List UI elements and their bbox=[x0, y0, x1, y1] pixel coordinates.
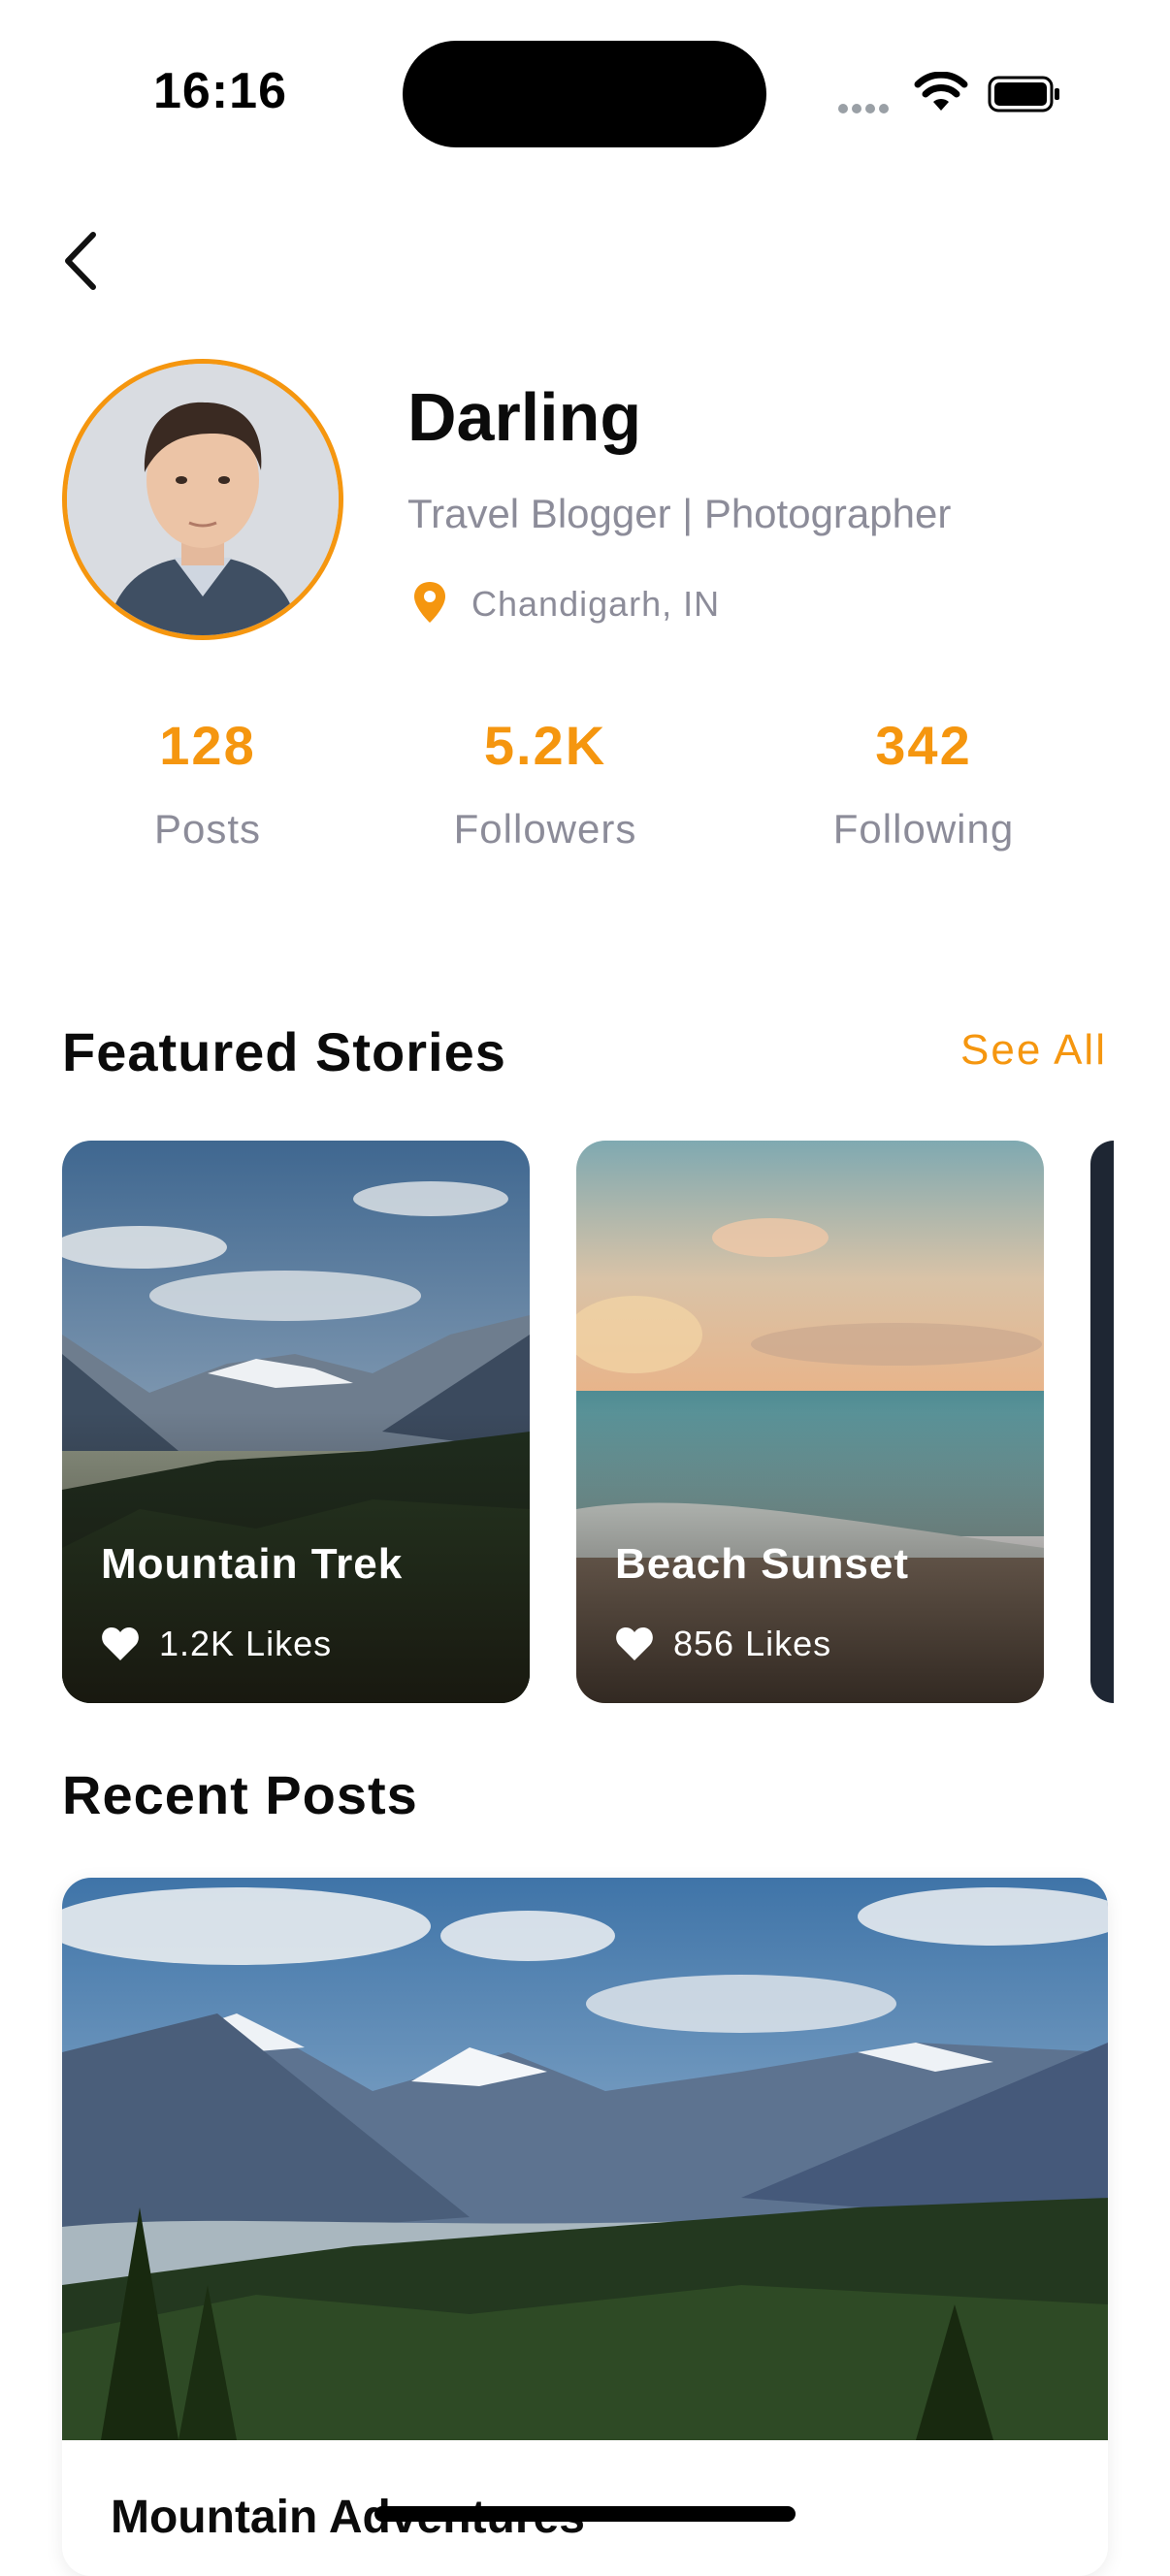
stat-following-label: Following bbox=[832, 806, 1015, 852]
avatar[interactable] bbox=[62, 359, 343, 640]
see-all-link[interactable]: See All bbox=[960, 1026, 1107, 1075]
stat-following[interactable]: 342 Following bbox=[778, 714, 1069, 853]
profile-name: Darling bbox=[407, 379, 642, 455]
stat-followers-value: 5.2K bbox=[483, 715, 607, 776]
battery-icon bbox=[988, 76, 1059, 113]
dynamic-island bbox=[403, 41, 766, 147]
featured-stories-title: Featured Stories bbox=[62, 1021, 506, 1082]
story-likes-text: 856 Likes bbox=[673, 1624, 832, 1663]
avatar-portrait-image bbox=[67, 364, 339, 635]
recent-posts-title: Recent Posts bbox=[62, 1764, 418, 1825]
story-likes: 856 Likes bbox=[615, 1624, 831, 1664]
stat-followers[interactable]: 5.2K Followers bbox=[400, 714, 691, 853]
profile-role: Travel Blogger | Photographer bbox=[407, 491, 952, 536]
profile-location: Chandigarh, IN bbox=[471, 584, 721, 624]
story-card-peek[interactable] bbox=[1090, 1141, 1114, 1703]
stat-posts[interactable]: 128 Posts bbox=[62, 714, 353, 853]
stat-posts-label: Posts bbox=[153, 806, 262, 852]
post-card[interactable]: Mountain Adventures bbox=[62, 1878, 1108, 2576]
story-card-mountain-trek[interactable]: Mountain Trek 1.2K Likes bbox=[62, 1141, 530, 1703]
heart-icon bbox=[102, 1627, 139, 1660]
stat-posts-value: 128 bbox=[159, 715, 256, 776]
story-likes-text: 1.2K Likes bbox=[159, 1624, 333, 1663]
mountain-adventures-image bbox=[62, 1878, 1108, 2440]
status-time: 16:16 bbox=[153, 63, 287, 119]
heart-icon bbox=[616, 1627, 653, 1660]
story-likes: 1.2K Likes bbox=[101, 1624, 332, 1664]
stat-followers-label: Followers bbox=[453, 806, 637, 852]
stat-following-value: 342 bbox=[875, 715, 972, 776]
story-title: Beach Sunset bbox=[615, 1540, 909, 1588]
story-title: Mountain Trek bbox=[101, 1540, 404, 1588]
back-chevron-icon[interactable] bbox=[58, 229, 103, 293]
cellular-signal-icon bbox=[838, 101, 893, 118]
home-indicator[interactable] bbox=[374, 2506, 796, 2522]
wifi-icon bbox=[914, 72, 968, 111]
location-pin-icon bbox=[414, 582, 445, 623]
story-card-beach-sunset[interactable]: Beach Sunset 856 Likes bbox=[576, 1141, 1044, 1703]
